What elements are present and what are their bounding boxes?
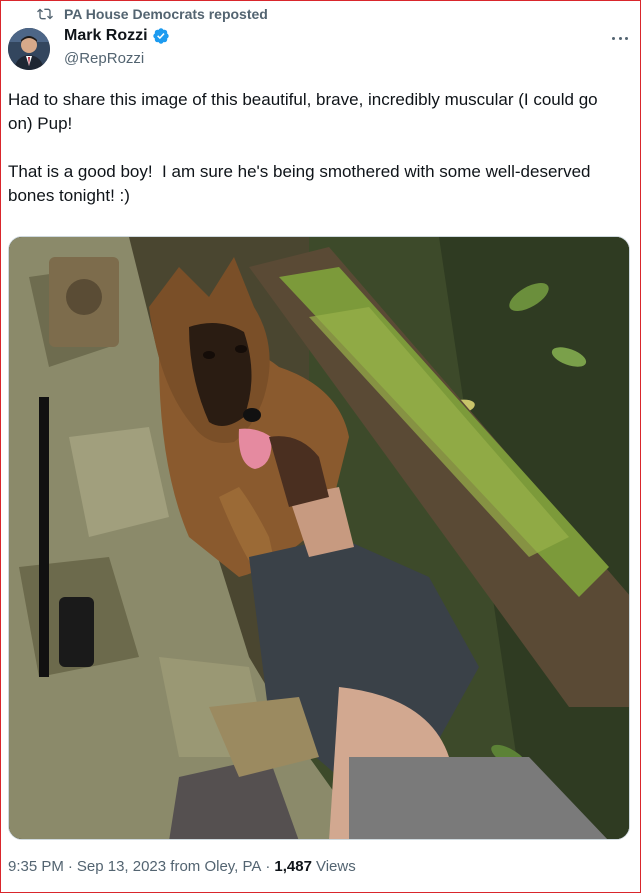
author-handle[interactable]: @RepRozzi xyxy=(64,50,144,67)
repost-context[interactable]: PA House Democrats reposted xyxy=(37,5,268,23)
meta-separator: · xyxy=(265,858,271,875)
tweet-paragraph: That is a good boy! I am sure he's being… xyxy=(8,162,596,205)
dog-photo-illustration xyxy=(9,237,629,839)
tweet-time[interactable]: 9:35 PM xyxy=(8,858,64,875)
repost-label: PA House Democrats reposted xyxy=(64,6,268,22)
more-icon-dot xyxy=(618,36,622,40)
more-icon-dot xyxy=(612,36,615,40)
more-icon-dot xyxy=(625,36,628,40)
tweet-photo[interactable] xyxy=(8,236,630,840)
tweet-paragraph: Had to share this image of this beautifu… xyxy=(8,90,603,133)
tweet-meta: 9:35 PM · Sep 13, 2023 from Oley, PA · 1… xyxy=(8,858,356,875)
meta-separator: · xyxy=(67,858,73,875)
author-name[interactable]: Mark Rozzi xyxy=(64,27,148,45)
verified-badge-icon xyxy=(152,28,169,44)
views-label: Views xyxy=(315,858,356,875)
more-button[interactable] xyxy=(608,28,632,48)
author-name-row[interactable]: Mark Rozzi xyxy=(64,27,170,45)
repost-icon xyxy=(37,8,53,20)
tweet-date-location[interactable]: Sep 13, 2023 from Oley, PA xyxy=(77,858,262,875)
tweet-text: Had to share this image of this beautifu… xyxy=(8,88,618,232)
avatar-image xyxy=(8,28,50,70)
views-count: 1,487 xyxy=(274,858,312,875)
avatar[interactable] xyxy=(8,28,50,70)
